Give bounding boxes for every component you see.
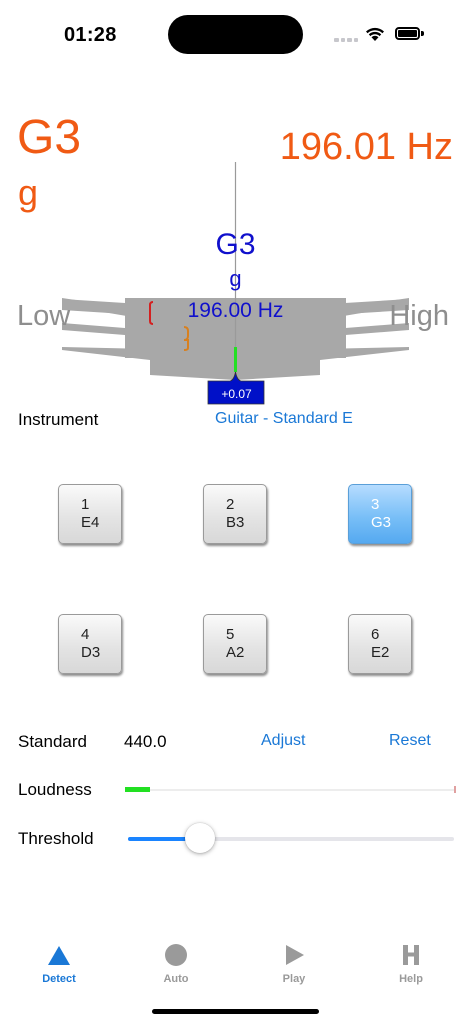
string-note: A2 xyxy=(226,644,245,661)
tab-play[interactable]: Play xyxy=(235,942,353,985)
string-number: 5 xyxy=(226,626,235,643)
wifi-icon xyxy=(366,27,384,41)
string-button-2[interactable]: 2 B3 xyxy=(203,484,267,544)
low-label: Low xyxy=(17,300,71,332)
play-icon xyxy=(286,945,304,965)
triangle-icon xyxy=(48,946,70,965)
loudness-peak-marker xyxy=(454,786,456,793)
string-number: 1 xyxy=(81,496,90,513)
string-note: D3 xyxy=(81,644,101,661)
cellular-signal-icon xyxy=(334,38,358,42)
target-note: G3 xyxy=(215,228,256,261)
string-number: 4 xyxy=(81,626,90,643)
string-note: E4 xyxy=(81,514,100,531)
standard-value: 440.0 xyxy=(124,732,167,751)
threshold-slider-thumb[interactable] xyxy=(184,823,215,853)
tab-label: Play xyxy=(282,973,306,985)
loudness-track xyxy=(125,789,455,791)
instrument-label: Instrument xyxy=(18,410,99,429)
standard-label: Standard xyxy=(18,732,87,751)
string-note: B3 xyxy=(226,514,245,531)
dynamic-island xyxy=(168,15,303,54)
string-number: 2 xyxy=(226,496,235,513)
string-button-1[interactable]: 1 E4 xyxy=(58,484,122,544)
tab-label: Auto xyxy=(163,973,189,985)
tab-auto[interactable]: Auto xyxy=(117,942,235,985)
h-letter-icon xyxy=(403,945,419,965)
string-button-5[interactable]: 5 A2 xyxy=(203,614,267,674)
reset-button[interactable]: Reset xyxy=(389,732,431,750)
instrument-selector[interactable]: Guitar - Standard E xyxy=(215,410,353,428)
high-label: High xyxy=(389,300,449,332)
string-note: E2 xyxy=(371,644,390,661)
battery-tip xyxy=(421,31,424,36)
target-solfege: g xyxy=(229,266,242,291)
string-button-6[interactable]: 6 E2 xyxy=(348,614,412,674)
string-number: 6 xyxy=(371,626,380,643)
tab-detect[interactable]: Detect xyxy=(0,942,118,985)
threshold-label: Threshold xyxy=(18,829,94,848)
string-number: 3 xyxy=(371,496,380,513)
loudness-level-bar xyxy=(125,787,150,792)
status-time: 01:28 xyxy=(64,24,117,46)
circle-icon xyxy=(165,944,187,966)
string-button-3[interactable]: 3 G3 xyxy=(348,484,412,544)
string-button-4[interactable]: 4 D3 xyxy=(58,614,122,674)
battery-icon xyxy=(395,27,420,40)
tab-label: Help xyxy=(399,973,423,985)
string-note: G3 xyxy=(371,514,392,531)
adjust-button[interactable]: Adjust xyxy=(261,732,305,750)
loudness-label: Loudness xyxy=(18,780,92,799)
cents-offset: +0.07 xyxy=(221,387,252,401)
tab-help[interactable]: Help xyxy=(352,942,470,985)
tab-label: Detect xyxy=(42,973,76,985)
home-indicator xyxy=(152,1009,319,1014)
